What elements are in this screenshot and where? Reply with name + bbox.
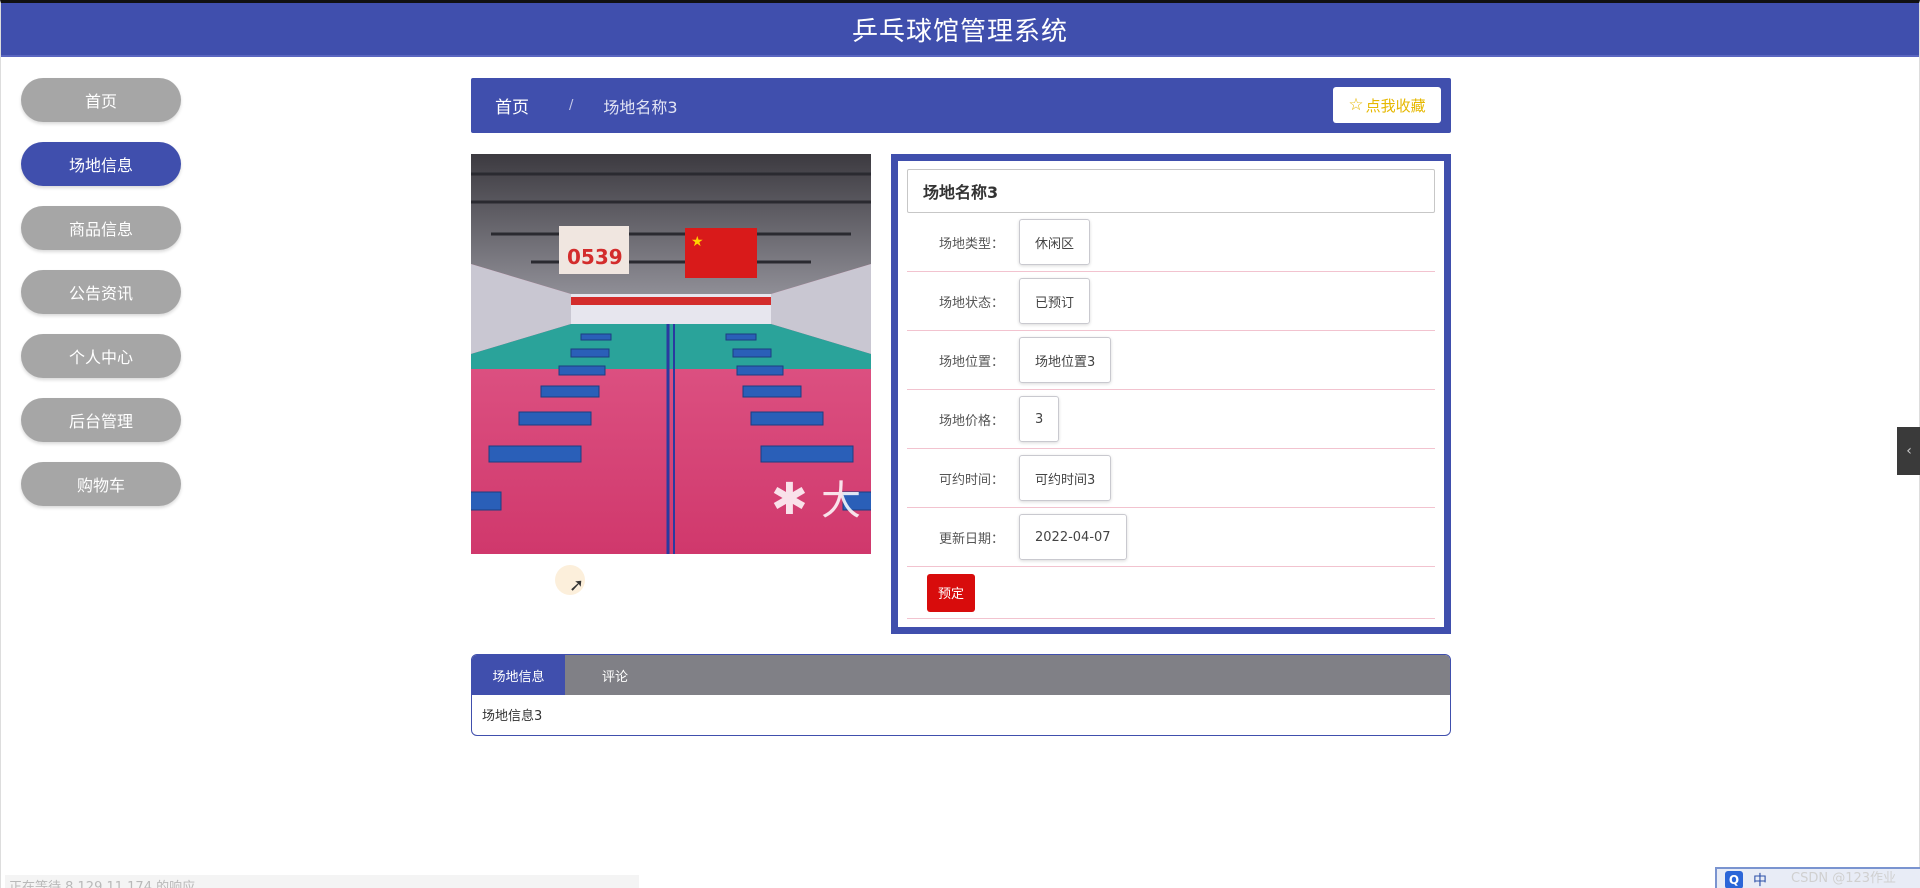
nav-item-product-info[interactable]: 商品信息 <box>21 206 181 250</box>
site-title: 乒乓球馆管理系统 <box>851 16 1068 47</box>
favorite-button[interactable]: ☆ 点我收藏 <box>1333 87 1441 123</box>
svg-text:0539: 0539 <box>567 245 623 269</box>
nav-item-venue-info[interactable]: 场地信息 <box>21 142 181 186</box>
tab-venue-info[interactable]: 场地信息 <box>472 655 565 695</box>
tab-content: 场地信息3 <box>482 709 543 724</box>
sidebar: 首页 场地信息 商品信息 公告资讯 个人中心 后台管理 购物车 <box>21 78 181 526</box>
nav-item-home[interactable]: 首页 <box>21 78 181 122</box>
book-button[interactable]: 预定 <box>927 573 975 612</box>
field-value: 3 <box>1019 396 1060 442</box>
field-value: 2022-04-07 <box>1019 514 1127 560</box>
header-bar: 乒乓球馆管理系统 <box>1 3 1919 57</box>
field-value: 休闲区 <box>1019 219 1091 265</box>
venue-photo: 0539 ★ ✱ 大 <box>471 154 871 554</box>
venue-photo-illustration: 0539 ★ ✱ 大 <box>471 154 871 554</box>
field-label: 更新日期： <box>938 531 1004 547</box>
nav-item-announcements[interactable]: 公告资讯 <box>21 270 181 314</box>
tab-comments[interactable]: 评论 <box>565 655 665 695</box>
star-outline-icon: ☆ <box>1348 95 1364 115</box>
field-row-update-date: 更新日期： 2022-04-07 <box>907 508 1435 567</box>
field-label: 可约时间： <box>938 472 1004 488</box>
browser-status-text: 正在等待 8.129.11.174 的响应... <box>5 875 639 888</box>
field-value: 可约时间3 <box>1019 455 1112 501</box>
csdn-watermark: CSDN @123作业 <box>1791 871 1897 886</box>
breadcrumb: 首页 / 场地名称3 ☆ 点我收藏 <box>471 78 1451 133</box>
field-row-status: 场地状态： 已预订 <box>907 272 1435 331</box>
field-label: 场地状态： <box>938 295 1004 311</box>
field-row-type: 场地类型： 休闲区 <box>907 213 1435 272</box>
field-row-location: 场地位置： 场地位置3 <box>907 331 1435 390</box>
field-row-available-time: 可约时间： 可约时间3 <box>907 449 1435 508</box>
field-label: 场地类型： <box>938 236 1004 252</box>
svg-text:✱: ✱ <box>771 474 808 525</box>
info-tabs: 场地信息 评论 场地信息3 <box>471 654 1451 736</box>
photo-watermark: 大 <box>821 478 861 524</box>
page: 乒乓球馆管理系统 首页 场地信息 商品信息 公告资讯 个人中心 后台管理 购物车… <box>0 0 1920 888</box>
venue-detail-panel: 场地名称3 场地类型： 休闲区 场地状态： 已预订 场地位置： 场地位置3 场地… <box>891 154 1451 634</box>
field-label: 场地位置： <box>938 354 1004 370</box>
field-value: 场地位置3 <box>1019 337 1112 383</box>
favorite-label: 点我收藏 <box>1365 96 1426 115</box>
ime-language-indicator[interactable]: 中 <box>1753 870 1767 888</box>
chevron-left-icon: ‹ <box>1906 443 1912 459</box>
ime-logo-icon: Q <box>1725 871 1743 888</box>
nav-item-personal-center[interactable]: 个人中心 <box>21 334 181 378</box>
svg-text:★: ★ <box>691 234 704 250</box>
action-row: 预定 <box>907 567 1435 619</box>
mouse-pointer-icon: ➚ <box>569 575 585 596</box>
breadcrumb-current: 场地名称3 <box>603 97 678 117</box>
venue-name-title: 场地名称3 <box>907 169 1435 213</box>
breadcrumb-separator: / <box>569 98 574 113</box>
nav-item-cart[interactable]: 购物车 <box>21 462 181 506</box>
side-panel-toggle-button[interactable]: ‹ <box>1897 427 1920 475</box>
field-value: 已预订 <box>1019 278 1091 324</box>
tab-bar: 场地信息 评论 <box>472 655 1450 695</box>
breadcrumb-home-link[interactable]: 首页 <box>495 93 529 118</box>
nav-item-admin[interactable]: 后台管理 <box>21 398 181 442</box>
field-label: 场地价格： <box>938 413 1004 429</box>
field-row-price: 场地价格： 3 <box>907 390 1435 449</box>
